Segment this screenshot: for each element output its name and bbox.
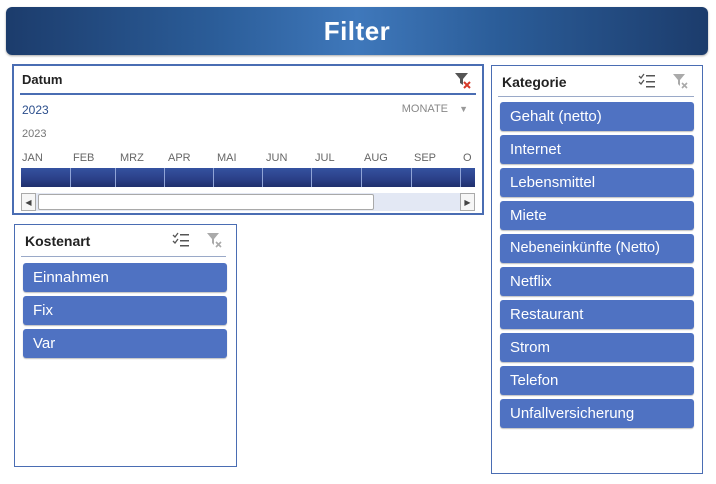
- timeline-selection-label: 2023: [22, 103, 49, 117]
- timeline-period-bar[interactable]: [21, 168, 475, 187]
- slicer-item[interactable]: Fix: [23, 296, 227, 325]
- scroll-left-arrow-icon[interactable]: ◀: [21, 193, 36, 211]
- slicer-item[interactable]: Nebeneinkünfte (Netto): [500, 234, 694, 263]
- banner-title: Filter: [323, 15, 391, 46]
- month-label: FEB: [73, 152, 95, 164]
- month-label: MAI: [217, 152, 237, 164]
- slicer-item[interactable]: Miete: [500, 201, 694, 230]
- timeline-header-divider: [20, 93, 476, 95]
- month-label: JAN: [22, 152, 43, 164]
- timeline-cell[interactable]: [71, 168, 116, 187]
- timeline-header: Datum: [22, 72, 63, 87]
- timeline-cell[interactable]: [312, 168, 362, 187]
- slicer-item[interactable]: Internet: [500, 135, 694, 164]
- timeline-cell[interactable]: [412, 168, 461, 187]
- slicer-kategorie: Kategorie Gehalt (netto) Internet Lebens…: [491, 65, 703, 474]
- slicer-item[interactable]: Gehalt (netto): [500, 102, 694, 131]
- dropdown-arrow-icon: ▼: [459, 104, 468, 114]
- month-label: APR: [168, 152, 191, 164]
- slicer-item[interactable]: Telefon: [500, 366, 694, 395]
- timeline-year-label: 2023: [22, 128, 47, 140]
- multi-select-icon[interactable]: [172, 232, 190, 248]
- time-level-label: MONATE: [401, 103, 449, 115]
- month-label: O: [463, 152, 472, 164]
- timeline-months: JAN FEB MRZ APR MAI JUN JUL AUG SEP O: [21, 152, 475, 164]
- time-level-dropdown[interactable]: MONATE ▼: [402, 103, 468, 115]
- timeline-scrollbar[interactable]: ◀ ▶: [21, 193, 475, 211]
- slicer-title: Kategorie: [502, 74, 567, 90]
- slicer-item[interactable]: Restaurant: [500, 300, 694, 329]
- timeline-cell[interactable]: [214, 168, 263, 187]
- month-label: SEP: [414, 152, 437, 164]
- timeline-cell[interactable]: [116, 168, 165, 187]
- clear-filter-icon[interactable]: [206, 232, 224, 248]
- slicer-divider: [498, 96, 694, 97]
- scrollbar-thumb[interactable]: [38, 194, 374, 210]
- clear-filter-icon[interactable]: [454, 71, 472, 89]
- clear-filter-icon[interactable]: [672, 73, 690, 89]
- slicer-title: Kostenart: [25, 233, 91, 249]
- month-label: AUG: [364, 152, 388, 164]
- timeline-cell[interactable]: [461, 168, 475, 187]
- scroll-right-arrow-icon[interactable]: ▶: [460, 193, 475, 211]
- slicer-item[interactable]: Lebensmittel: [500, 168, 694, 197]
- filter-banner: Filter: [6, 7, 708, 55]
- timeline-cell[interactable]: [362, 168, 412, 187]
- timeline-cell[interactable]: [263, 168, 312, 187]
- slicer-kostenart: Kostenart Einnahmen Fix Var: [14, 224, 237, 467]
- month-label: JUL: [315, 152, 335, 164]
- month-label: MRZ: [120, 152, 144, 164]
- timeline-cell[interactable]: [21, 168, 71, 187]
- month-label: JUN: [266, 152, 288, 164]
- timeline-cell[interactable]: [165, 168, 214, 187]
- slicer-divider: [21, 256, 226, 257]
- slicer-item[interactable]: Unfallversicherung: [500, 399, 694, 428]
- slicer-item[interactable]: Strom: [500, 333, 694, 362]
- slicer-item[interactable]: Var: [23, 329, 227, 358]
- slicer-item[interactable]: Netflix: [500, 267, 694, 296]
- timeline-datum[interactable]: Datum 2023 MONATE ▼ 2023 JAN FEB MRZ APR…: [12, 64, 484, 215]
- multi-select-icon[interactable]: [638, 73, 656, 89]
- slicer-item[interactable]: Einnahmen: [23, 263, 227, 292]
